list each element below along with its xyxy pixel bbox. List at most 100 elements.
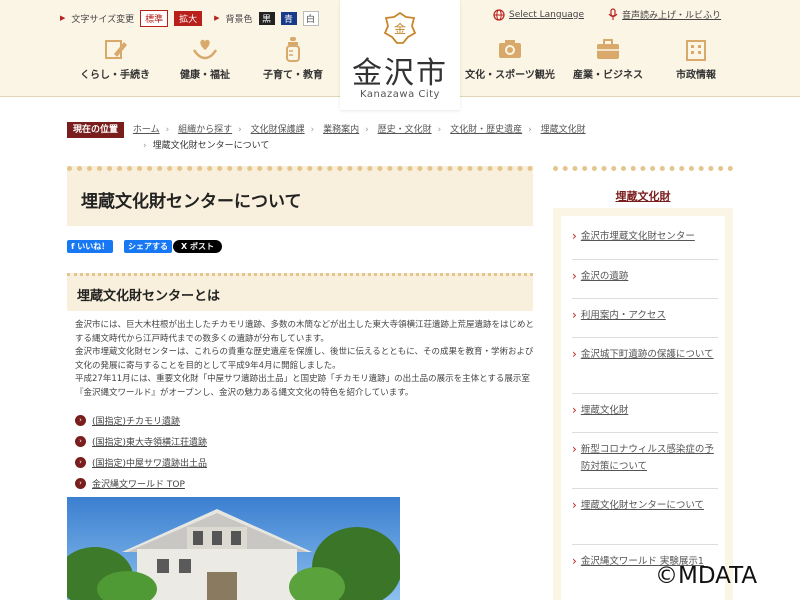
sidebar-title[interactable]: 埋蔵文化財 bbox=[553, 188, 733, 204]
sidebar-list: › 金沢市埋蔵文化財センター › 金沢の遺跡 › 利用案内・アクセス › 金沢城下町遺跡… bbox=[572, 222, 718, 595]
breadcrumb-item[interactable]: 組織から探す bbox=[178, 125, 232, 135]
nav-label: 文化・スポーツ観光 bbox=[465, 70, 555, 81]
section-heading-box: 埋蔵文化財センターとは bbox=[67, 273, 533, 311]
triangle-icon: ▶ bbox=[60, 14, 66, 22]
link-text[interactable]: 金沢縄文ワールド TOP bbox=[92, 477, 185, 490]
triangle-icon: ▶ bbox=[214, 14, 220, 22]
language-label: Select Language bbox=[509, 9, 585, 20]
sidebar-item[interactable]: › 新型コロナウィルス感染症の予防対策について bbox=[572, 433, 718, 489]
page-title: 埋蔵文化財センターについて bbox=[81, 192, 302, 212]
utility-right: Select Language 音声読み上げ・ルビふり bbox=[493, 8, 721, 21]
sidebar-item[interactable]: › 利用案内・アクセス bbox=[572, 299, 718, 338]
arrow-circle-icon: › bbox=[75, 478, 86, 489]
breadcrumb-here-label: 現在の位置 bbox=[67, 122, 125, 138]
nav-living[interactable]: くらし・手続き bbox=[70, 36, 160, 81]
svg-text:金: 金 bbox=[394, 21, 406, 36]
briefcase-icon bbox=[597, 39, 619, 59]
watermark: ©MDATA bbox=[655, 563, 758, 589]
nav-label: 産業・ビジネス bbox=[573, 70, 643, 81]
bg-color-label: 背景色 bbox=[225, 14, 253, 25]
nav-label: 健康・福祉 bbox=[180, 70, 230, 81]
link-text[interactable]: (国指定)チカモリ遺跡 bbox=[92, 414, 180, 427]
section-heading: 埋蔵文化財センターとは bbox=[77, 289, 221, 304]
facebook-share-button[interactable]: シェアする bbox=[124, 240, 172, 253]
breadcrumb-item[interactable]: 歴史・文化財 bbox=[378, 125, 432, 135]
utility-bar: ▶ 文字サイズ変更 標準 拡大 ▶ 背景色 黒 青 白 bbox=[60, 8, 319, 28]
link-item[interactable]: › 金沢縄文ワールド TOP bbox=[75, 473, 207, 494]
heart-hands-icon bbox=[192, 39, 218, 60]
camera-icon bbox=[499, 40, 521, 58]
sidebar-item[interactable]: › 埋蔵文化財 bbox=[572, 394, 718, 433]
font-size-label: 文字サイズ変更 bbox=[71, 14, 135, 25]
chevron-right-icon: › bbox=[437, 125, 442, 135]
nav-health[interactable]: 健康・福祉 bbox=[160, 36, 250, 81]
logo-kanji: 金沢市 bbox=[352, 56, 448, 91]
breadcrumb-item[interactable]: 文化財・歴史遺産 bbox=[450, 125, 522, 135]
chevron-right-icon: › bbox=[572, 403, 577, 417]
sidebar-item-label: 埋蔵文化財 bbox=[580, 405, 629, 416]
breadcrumb-item[interactable]: 文化財保護課 bbox=[251, 125, 305, 135]
link-item[interactable]: › (国指定)チカモリ遺跡 bbox=[75, 410, 207, 431]
nav-label: 市政情報 bbox=[676, 70, 716, 81]
chevron-right-icon: › bbox=[572, 498, 577, 512]
logo-roman: Kanazawa City bbox=[360, 89, 440, 100]
link-text[interactable]: (国指定)東大寺領横江荘遺跡 bbox=[92, 435, 207, 448]
bg-blue-button[interactable]: 青 bbox=[280, 11, 297, 25]
chevron-right-icon: › bbox=[143, 141, 147, 151]
arrow-circle-icon: › bbox=[75, 415, 86, 426]
paragraph: 金沢市には、巨大木柱根が出土したチカモリ遺跡、多数の木簡などが出土した東大寺領横… bbox=[75, 320, 535, 344]
voice-reader-link[interactable]: 音声読み上げ・ルビふり bbox=[608, 8, 721, 21]
bg-black-button[interactable]: 黒 bbox=[258, 11, 275, 25]
chevron-right-icon: › bbox=[572, 347, 577, 361]
language-select[interactable]: Select Language bbox=[493, 8, 585, 21]
sidebar-item-label: 金沢城下町遺跡の保護について bbox=[580, 349, 714, 360]
breadcrumb-item[interactable]: 埋蔵文化財 bbox=[541, 125, 586, 135]
city-emblem-icon: 金 bbox=[384, 12, 416, 44]
paragraph: 平成27年11月には、重要文化財「中屋サワ遺跡出土品」と国史跡「チカモリ遺跡」の… bbox=[75, 374, 530, 398]
site-header: ▶ 文字サイズ変更 標準 拡大 ▶ 背景色 黒 青 白 Select Langu… bbox=[0, 0, 800, 110]
chevron-right-icon: › bbox=[572, 554, 577, 568]
nav-childcare[interactable]: 子育て・教育 bbox=[248, 36, 338, 81]
chevron-right-icon: › bbox=[572, 269, 577, 283]
nav-cityinfo[interactable]: 市政情報 bbox=[651, 36, 741, 81]
nav-business[interactable]: 産業・ビジネス bbox=[563, 36, 653, 81]
chevron-right-icon: › bbox=[238, 125, 242, 135]
breadcrumb-item[interactable]: 業務案内 bbox=[323, 125, 359, 135]
breadcrumb-item[interactable]: ホーム bbox=[133, 125, 160, 135]
link-item[interactable]: › (国指定)中屋サワ遺跡出土品 bbox=[75, 452, 207, 473]
pencil-icon bbox=[105, 40, 127, 59]
sidebar-item-label: 新型コロナウィルス感染症の予防対策について bbox=[580, 444, 714, 472]
sidebar-item-label: 金沢の遺跡 bbox=[580, 271, 629, 282]
sidebar-item[interactable]: › 埋蔵文化財センターについて bbox=[572, 489, 718, 545]
chevron-right-icon: › bbox=[165, 125, 170, 135]
sidebar-item[interactable]: › 金沢城下町遺跡の保護について bbox=[572, 338, 718, 394]
nav-label: 子育て・教育 bbox=[263, 70, 323, 81]
center-building-photo bbox=[67, 497, 400, 600]
page-title-box: 埋蔵文化財センターについて bbox=[67, 166, 533, 226]
x-post-button[interactable]: X ポスト bbox=[173, 240, 222, 253]
font-standard-button[interactable]: 標準 bbox=[140, 9, 169, 27]
building-icon bbox=[686, 40, 706, 61]
site-logo[interactable]: 金 金沢市 Kanazawa City bbox=[340, 0, 460, 110]
voice-label: 音声読み上げ・ルビふり bbox=[622, 11, 722, 21]
link-item[interactable]: › (国指定)東大寺領横江荘遺跡 bbox=[75, 431, 207, 452]
nav-label: くらし・手続き bbox=[80, 70, 150, 81]
facebook-like-button[interactable]: f いいね！ bbox=[67, 240, 114, 253]
chevron-right-icon: › bbox=[572, 229, 577, 243]
nav-culture[interactable]: 文化・スポーツ観光 bbox=[465, 36, 555, 81]
paragraph: 金沢市埋蔵文化財センターは、これらの貴重な歴史遺産を保護し、後世に伝えるとともに… bbox=[75, 347, 534, 371]
bottle-icon bbox=[286, 37, 300, 62]
body-text: 金沢市には、巨大木柱根が出土したチカモリ遺跡、多数の木簡などが出土した東大寺領横… bbox=[75, 319, 535, 400]
sidebar-item[interactable]: › 金沢市埋蔵文化財センター bbox=[572, 222, 718, 260]
bg-white-button[interactable]: 白 bbox=[302, 10, 319, 26]
sidebar-decoration bbox=[553, 166, 733, 171]
link-text[interactable]: (国指定)中屋サワ遺跡出土品 bbox=[92, 456, 207, 469]
sidebar-item-label: 埋蔵文化財センターについて bbox=[580, 500, 705, 511]
sidebar-item-label: 利用案内・アクセス bbox=[580, 310, 666, 321]
chevron-right-icon: › bbox=[365, 125, 369, 135]
breadcrumb-current: 埋蔵文化財センターについて bbox=[152, 141, 270, 151]
sidebar-item[interactable]: › 金沢の遺跡 bbox=[572, 260, 718, 299]
like-label: いいね！ bbox=[77, 242, 110, 251]
chevron-right-icon: › bbox=[528, 125, 532, 135]
font-large-button[interactable]: 拡大 bbox=[174, 10, 203, 26]
